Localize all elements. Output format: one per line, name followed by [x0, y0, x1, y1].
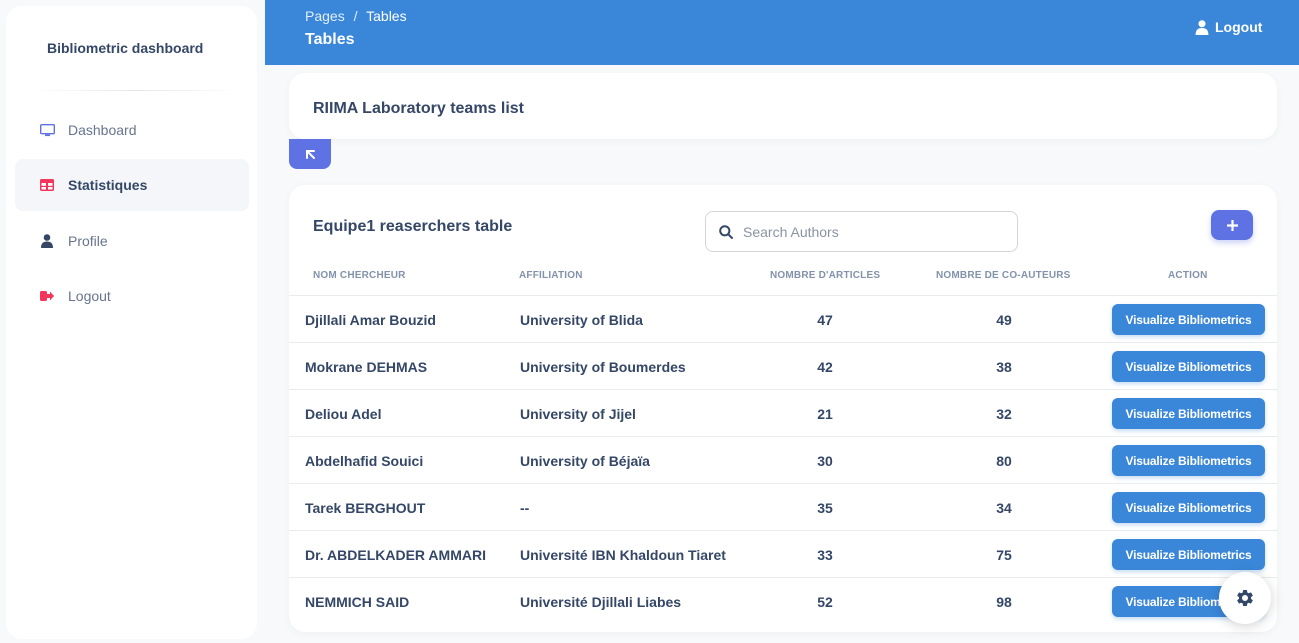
- table-icon: [39, 177, 55, 193]
- researcher-name: Mokrane DEHMAS: [305, 359, 428, 375]
- visualize-bibliometrics-button[interactable]: Visualize Bibliometrics: [1112, 351, 1265, 382]
- coauthor-count: 75: [996, 547, 1012, 563]
- coauthor-count: 34: [996, 500, 1012, 516]
- breadcrumb-separator: /: [353, 8, 358, 24]
- gear-icon: [1237, 590, 1253, 606]
- article-count: 52: [817, 594, 833, 610]
- table-row: Mokrane DEHMAS University of Boumerdes 4…: [289, 342, 1277, 389]
- search-icon: [719, 224, 733, 239]
- teams-card-title: RIIMA Laboratory teams list: [313, 100, 525, 117]
- table-row: Deliou Adel University of Jijel 21 32 Vi…: [289, 389, 1277, 436]
- researcher-affiliation: Université IBN Khaldoun Tiaret: [520, 547, 726, 563]
- sidebar-item-logout[interactable]: Logout: [15, 270, 249, 322]
- search-box: [705, 211, 1018, 252]
- sidebar-item-profile[interactable]: Profile: [15, 215, 249, 267]
- collapse-button[interactable]: [289, 139, 331, 169]
- header-background: [265, 0, 1299, 65]
- column-header: ACTION: [1168, 270, 1208, 281]
- user-icon: [39, 233, 55, 249]
- arrow-up-left-icon: [305, 149, 315, 159]
- table-row: Djillali Amar Bouzid University of Blida…: [289, 295, 1277, 342]
- researcher-affiliation: University of Béjaïa: [520, 453, 650, 469]
- visualize-bibliometrics-button[interactable]: Visualize Bibliometrics: [1112, 304, 1265, 335]
- breadcrumb: Pages / Tables: [305, 8, 407, 24]
- visualize-bibliometrics-button[interactable]: Visualize Bibliometrics: [1112, 539, 1265, 570]
- visualize-bibliometrics-button[interactable]: Visualize Bibliometrics: [1112, 492, 1265, 523]
- sidebar-item-label: Profile: [68, 233, 108, 249]
- researcher-affiliation: --: [520, 500, 530, 516]
- visualize-bibliometrics-button[interactable]: Visualize Bibliometrics: [1112, 445, 1265, 476]
- plus-icon: [1226, 219, 1238, 231]
- sidebar-item-dashboard[interactable]: Dashboard: [15, 104, 249, 156]
- column-header: NOMBRE D'ARTICLES: [770, 270, 881, 281]
- table-body: Djillali Amar Bouzid University of Blida…: [289, 295, 1277, 624]
- table-row: Dr. ABDELKADER AMMARI Université IBN Kha…: [289, 530, 1277, 577]
- coauthor-count: 38: [996, 359, 1012, 375]
- researcher-affiliation: University of Jijel: [520, 406, 636, 422]
- sidebar-item-label: Logout: [68, 288, 111, 304]
- researcher-name: Tarek BERGHOUT: [305, 500, 426, 516]
- column-header: NOMBRE DE CO-AUTEURS: [936, 270, 1071, 281]
- article-count: 35: [817, 500, 833, 516]
- researcher-name: Deliou Adel: [305, 406, 382, 422]
- table-row: Abdelhafid Souici University of Béjaïa 3…: [289, 436, 1277, 483]
- coauthor-count: 32: [996, 406, 1012, 422]
- researcher-affiliation: University of Boumerdes: [520, 359, 686, 375]
- sidebar-item-label: Statistiques: [68, 177, 148, 193]
- brand-title[interactable]: Bibliometric dashboard: [47, 40, 203, 56]
- teams-card: RIIMA Laboratory teams list: [289, 73, 1277, 139]
- breadcrumb-current: Tables: [366, 8, 407, 24]
- table-title: Equipe1 reaserchers table: [313, 218, 513, 235]
- breadcrumb-root[interactable]: Pages: [305, 8, 345, 24]
- table-row: NEMMICH SAID Université Djillali Liabes …: [289, 577, 1277, 624]
- logout-label: Logout: [1215, 19, 1263, 35]
- column-header: AFFILIATION: [519, 270, 583, 281]
- researcher-name: Dr. ABDELKADER AMMARI: [305, 547, 486, 563]
- settings-button[interactable]: [1219, 572, 1271, 624]
- add-researcher-button[interactable]: [1211, 210, 1253, 240]
- article-count: 47: [817, 312, 833, 328]
- article-count: 21: [817, 406, 833, 422]
- visualize-bibliometrics-button[interactable]: Visualize Bibliometrics: [1112, 398, 1265, 429]
- researcher-name: NEMMICH SAID: [305, 594, 410, 610]
- page-title: Tables: [305, 31, 355, 48]
- article-count: 42: [817, 359, 833, 375]
- coauthor-count: 49: [996, 312, 1012, 328]
- user-icon: [1195, 19, 1209, 35]
- coauthor-count: 80: [996, 453, 1012, 469]
- sidebar-item-statistiques[interactable]: Statistiques: [15, 159, 249, 211]
- researchers-card: Equipe1 reaserchers table NOM CHERCHEUR …: [289, 185, 1277, 632]
- researcher-name: Abdelhafid Souici: [305, 453, 424, 469]
- sidebar: Bibliometric dashboard Dashboard Statist…: [6, 6, 257, 639]
- article-count: 33: [817, 547, 833, 563]
- article-count: 30: [817, 453, 833, 469]
- researcher-name: Djillali Amar Bouzid: [305, 312, 436, 328]
- table-row: Tarek BERGHOUT -- 35 34 Visualize Biblio…: [289, 483, 1277, 530]
- sidebar-item-label: Dashboard: [68, 122, 137, 138]
- column-header: NOM CHERCHEUR: [313, 270, 406, 281]
- researcher-affiliation: University of Blida: [520, 312, 643, 328]
- monitor-icon: [39, 122, 55, 138]
- search-input[interactable]: [743, 223, 983, 240]
- logout-button[interactable]: Logout: [1195, 19, 1262, 35]
- sidebar-divider: [34, 90, 239, 91]
- coauthor-count: 98: [996, 594, 1012, 610]
- sign-out-icon: [39, 288, 55, 304]
- researcher-affiliation: Université Djillali Liabes: [520, 594, 682, 610]
